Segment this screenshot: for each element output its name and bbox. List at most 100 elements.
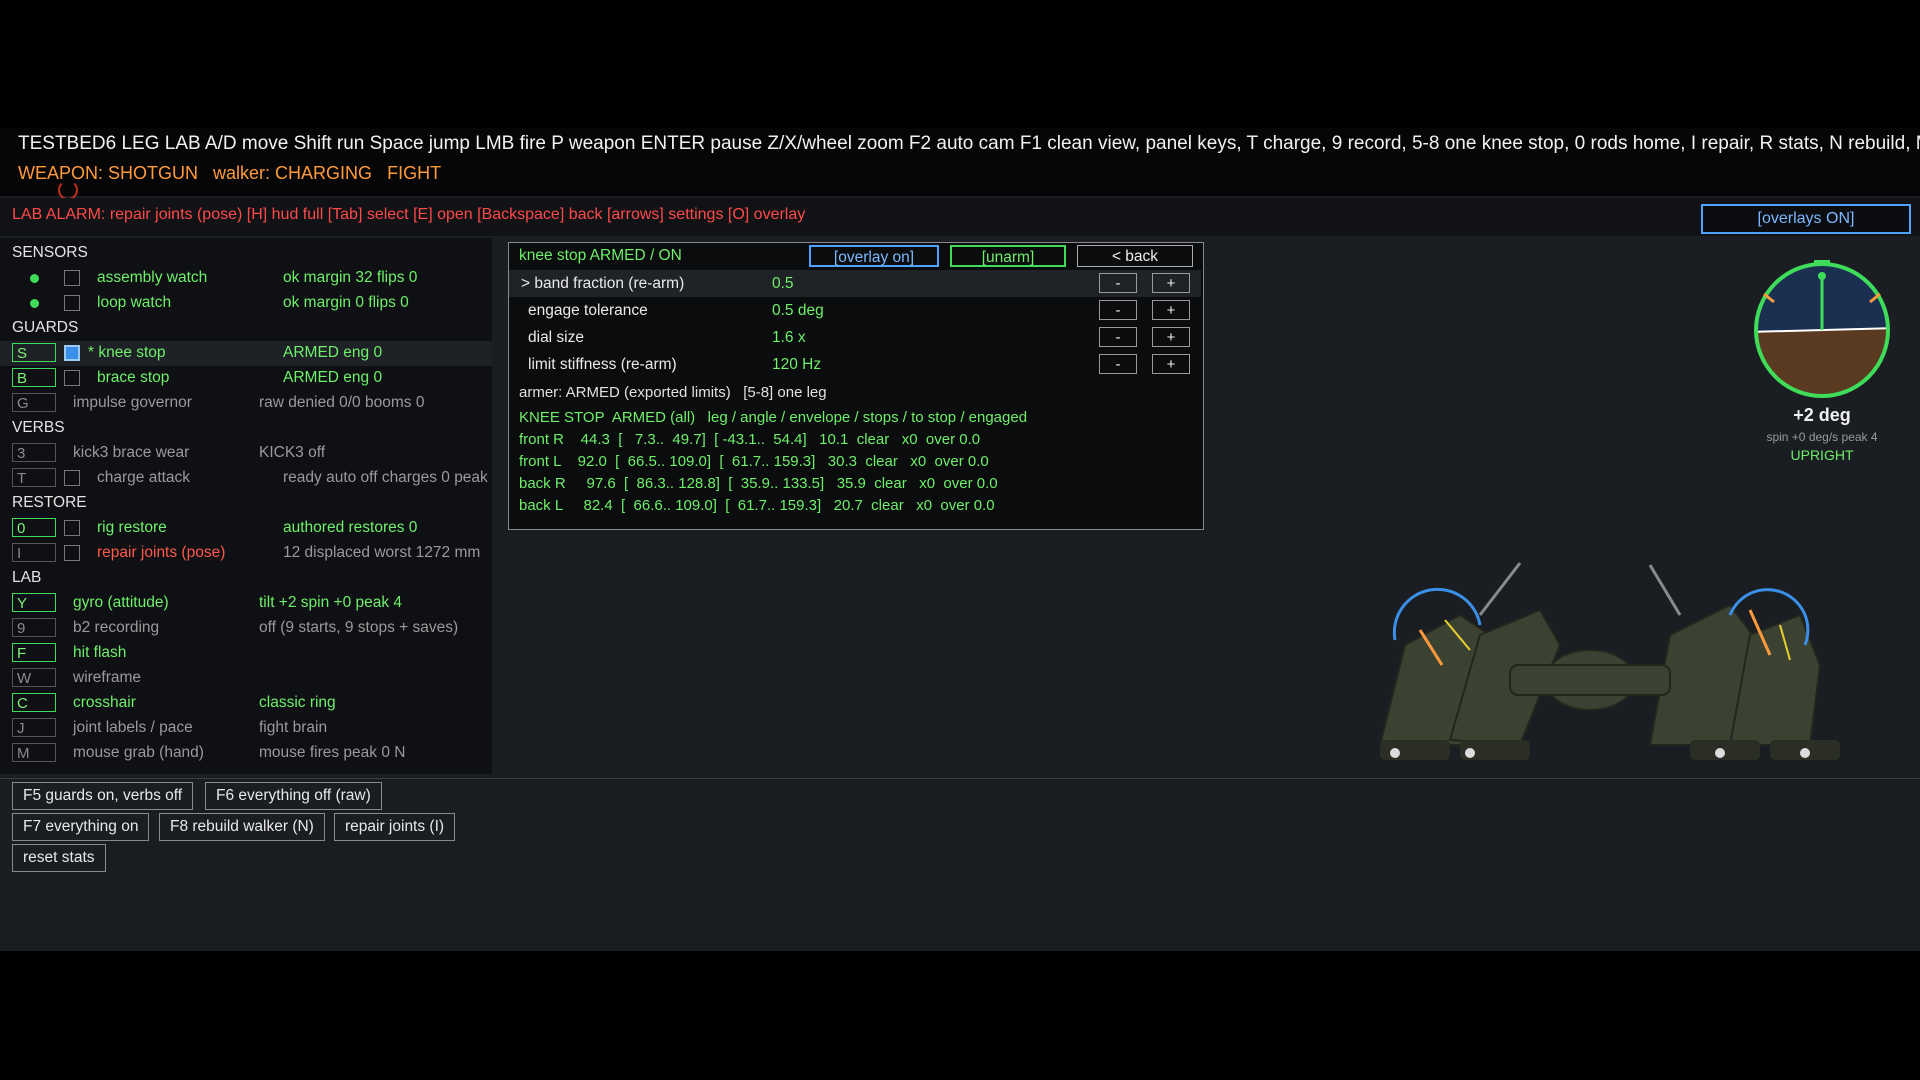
row-value: authored restores 0 <box>283 519 418 536</box>
decrement-button[interactable]: - <box>1099 273 1137 293</box>
row-joint-labels[interactable]: J joint labels / pace fight brain <box>0 716 492 741</box>
row-impulse-governor[interactable]: G impulse governor raw denied 0/0 booms … <box>0 391 492 416</box>
setting-band-fraction[interactable]: > band fraction (re-arm) 0.5 - + <box>509 270 1201 297</box>
checkbox[interactable] <box>64 295 80 311</box>
gyro-attitude-icon <box>1754 260 1890 398</box>
row-label: wireframe <box>73 669 142 686</box>
setting-label: dial size <box>528 329 584 346</box>
alarm-line: LAB ALARM: repair joints (pose) [H] hud … <box>12 206 806 223</box>
unarm-button[interactable]: [unarm] <box>950 245 1066 267</box>
f7-everything-on-button[interactable]: F7 everything on <box>12 813 150 841</box>
f8-rebuild-walker-button[interactable]: F8 rebuild walker (N) <box>159 813 325 841</box>
row-rig-restore[interactable]: 0 rig restore authored restores 0 <box>0 516 492 541</box>
row-hit-flash[interactable]: F hit flash <box>0 641 492 666</box>
overlays-toggle-button[interactable]: [overlays ON] <box>1701 204 1911 234</box>
increment-button[interactable]: + <box>1152 327 1190 347</box>
row-loop-watch[interactable]: loop watch ok margin 0 flips 0 <box>0 291 492 316</box>
crosshair-icon <box>58 180 78 200</box>
setting-value: 0.5 deg <box>772 302 824 319</box>
hotkey-box: F <box>12 643 56 662</box>
row-label: hit flash <box>73 644 127 661</box>
setting-label: limit stiffness (re-arm) <box>528 356 677 373</box>
row-label: repair joints (pose) <box>97 544 226 561</box>
hotkey-box: G <box>12 393 56 412</box>
hotkey-box: J <box>12 718 56 737</box>
checkbox[interactable] <box>64 520 80 536</box>
setting-engage-tolerance[interactable]: engage tolerance 0.5 deg - + <box>509 297 1201 324</box>
hotkey-box: C <box>12 693 56 712</box>
knee-panel-title: knee stop ARMED / ON <box>519 247 682 264</box>
row-label: charge attack <box>97 469 191 486</box>
setting-value: 120 Hz <box>772 356 822 373</box>
knee-table-header: KNEE STOP ARMED (all) leg / angle / enve… <box>519 409 1028 426</box>
checkbox[interactable] <box>64 370 80 386</box>
reset-stats-button[interactable]: reset stats <box>12 844 106 872</box>
hotkey-box: Y <box>12 593 56 612</box>
section-restore: RESTORE <box>12 494 87 511</box>
knee-table-row: back L 82.4 [ 66.6.. 109.0] [ 61.7.. 159… <box>519 497 995 514</box>
row-value: ARMED eng 0 <box>283 344 383 361</box>
overlay-on-button[interactable]: [overlay on] <box>809 245 939 267</box>
row-label: crosshair <box>73 694 136 711</box>
checkbox[interactable] <box>64 270 80 286</box>
f5-guards-button[interactable]: F5 guards on, verbs off <box>12 782 194 810</box>
section-verbs: VERBS <box>12 419 65 436</box>
lab-panel: SENSORS assembly watch ok margin 32 flip… <box>0 238 492 774</box>
row-assembly-watch[interactable]: assembly watch ok margin 32 flips 0 <box>0 266 492 291</box>
checkbox[interactable] <box>64 345 80 361</box>
knee-table-row: front L 92.0 [ 66.5.. 109.0] [ 61.7.. 15… <box>519 453 989 470</box>
section-lab: LAB <box>12 569 42 586</box>
decrement-button[interactable]: - <box>1099 327 1137 347</box>
armer-line: armer: ARMED (exported limits) [5-8] one… <box>519 384 827 401</box>
checkbox[interactable] <box>64 470 80 486</box>
row-value: ok margin 0 flips 0 <box>283 294 409 311</box>
row-charge-attack[interactable]: T charge attack ready auto off charges 0… <box>0 466 492 491</box>
row-value: tilt +2 spin +0 peak 4 <box>259 594 403 611</box>
repair-joints-button[interactable]: repair joints (I) <box>334 813 456 841</box>
knee-table-row: front R 44.3 [ 7.3.. 49.7] [ -43.1.. 54.… <box>519 431 981 448</box>
walker-robot <box>1378 562 1840 760</box>
decrement-button[interactable]: - <box>1099 354 1137 374</box>
hotkey-box: B <box>12 368 56 387</box>
checkbox[interactable] <box>64 545 80 561</box>
decrement-button[interactable]: - <box>1099 300 1137 320</box>
increment-button[interactable]: + <box>1152 354 1190 374</box>
row-value: fight brain <box>259 719 328 736</box>
row-gyro[interactable]: Y gyro (attitude) tilt +2 spin +0 peak 4 <box>0 591 492 616</box>
row-b2-recording[interactable]: 9 b2 recording off (9 starts, 9 stops + … <box>0 616 492 641</box>
gyro-state: UPRIGHT <box>1790 447 1854 463</box>
row-value: ok margin 32 flips 0 <box>283 269 418 286</box>
row-repair-joints[interactable]: I repair joints (pose) 12 displaced wors… <box>0 541 492 566</box>
hotkey-box: 9 <box>12 618 56 637</box>
f6-everything-off-button[interactable]: F6 everything off (raw) <box>205 782 382 810</box>
back-button[interactable]: < back <box>1077 245 1193 267</box>
row-label: impulse governor <box>73 394 192 411</box>
knee-table-row: back R 97.6 [ 86.3.. 128.8] [ 35.9.. 133… <box>519 475 998 492</box>
mode-status: FIGHT <box>387 163 442 183</box>
status-dot-icon <box>30 274 39 283</box>
increment-button[interactable]: + <box>1152 273 1190 293</box>
setting-dial-size[interactable]: dial size 1.6 x - + <box>509 324 1201 351</box>
knee-stop-panel: knee stop ARMED / ON [overlay on] [unarm… <box>508 242 1204 530</box>
section-guards: GUARDS <box>12 319 79 336</box>
row-mouse-grab[interactable]: M mouse grab (hand) mouse fires peak 0 N <box>0 741 492 766</box>
row-value: ARMED eng 0 <box>283 369 383 386</box>
gyro-tilt: +2 deg <box>1793 405 1851 425</box>
row-label: kick3 brace wear <box>73 444 190 461</box>
section-sensors: SENSORS <box>12 244 88 261</box>
hotkey-box: I <box>12 543 56 562</box>
setting-limit-stiffness[interactable]: limit stiffness (re-arm) 120 Hz - + <box>509 351 1201 378</box>
row-value: off (9 starts, 9 stops + saves) <box>259 619 459 636</box>
row-knee-stop[interactable]: S * knee stop ARMED eng 0 <box>0 341 492 366</box>
setting-label: > band fraction (re-arm) <box>521 275 685 292</box>
row-label: brace stop <box>97 369 170 386</box>
setting-label: engage tolerance <box>528 302 648 319</box>
row-kick3[interactable]: 3 kick3 brace wear KICK3 off <box>0 441 492 466</box>
walker-status: walker: CHARGING <box>213 163 373 183</box>
row-label: gyro (attitude) <box>73 594 169 611</box>
row-wireframe[interactable]: W wireframe <box>0 666 492 691</box>
row-brace-stop[interactable]: B brace stop ARMED eng 0 <box>0 366 492 391</box>
row-crosshair[interactable]: C crosshair classic ring <box>0 691 492 716</box>
hotkey-box: 3 <box>12 443 56 462</box>
increment-button[interactable]: + <box>1152 300 1190 320</box>
